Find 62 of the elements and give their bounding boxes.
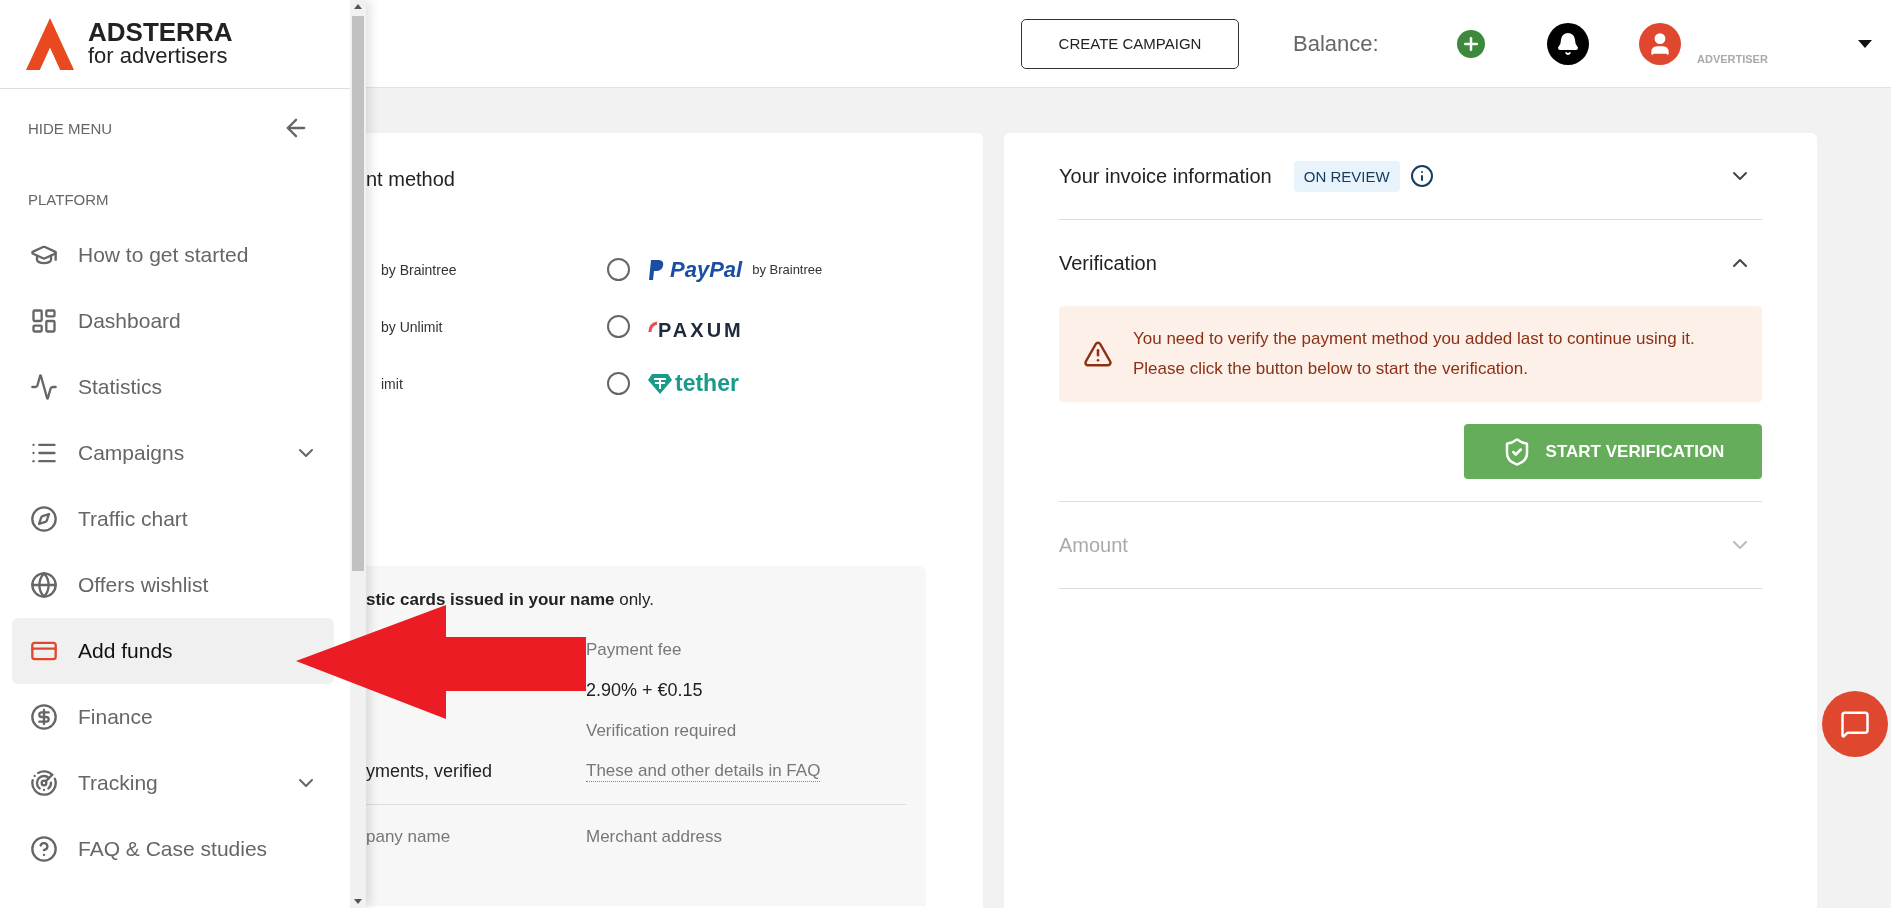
menu-item[interactable]: Tracking — [12, 750, 334, 816]
scroll-down-icon[interactable] — [354, 899, 362, 904]
chart-icon — [30, 373, 58, 401]
chat-icon — [1840, 709, 1870, 739]
balance-label: Balance: — [1293, 30, 1380, 57]
brand-tagline: for advertisers — [88, 44, 229, 68]
create-campaign-button[interactable]: CREATE CAMPAIGN — [1021, 18, 1239, 69]
menu-item[interactable]: How to get started — [12, 222, 334, 288]
paypal-icon — [648, 258, 664, 281]
menu-item[interactable]: Dashboard — [12, 288, 334, 354]
field-label: Verification required — [586, 721, 738, 741]
scrollbar[interactable] — [350, 0, 366, 908]
paypal-logo: PayPal — [670, 256, 743, 283]
dashboard-icon — [30, 307, 58, 335]
radio-button[interactable] — [607, 372, 630, 395]
menu-item[interactable]: Add funds — [12, 618, 334, 684]
menu-item[interactable]: Traffic chart — [12, 486, 334, 552]
provider-text: by Braintree — [752, 262, 823, 277]
info-icon[interactable] — [1409, 164, 1434, 188]
radio-button[interactable] — [607, 258, 630, 281]
hide-menu-label[interactable]: HIDE MENU — [28, 119, 113, 137]
globe-icon — [30, 571, 58, 599]
alert-text: You need to verify the payment method you added last to continue using it. Please click the button below to start the verification. — [1133, 328, 1696, 380]
scroll-up-icon[interactable] — [354, 4, 362, 9]
avatar-icon[interactable] — [1639, 22, 1681, 65]
brand-name: ADSTERRA — [88, 20, 233, 44]
menu-item[interactable]: Finance — [12, 684, 334, 750]
section-title: Amount — [1059, 533, 1128, 557]
field-label: Payment fee — [586, 640, 683, 660]
add-balance-icon[interactable] — [1457, 29, 1485, 58]
field-value: 2.90% + €0.15 — [586, 680, 704, 701]
compass-icon — [30, 505, 58, 533]
menu-item[interactable]: FAQ & Case studies — [12, 816, 334, 882]
provider-text: by Braintree — [380, 261, 458, 278]
paxum-logo: PAXUM — [658, 319, 744, 342]
logo-icon — [26, 18, 74, 70]
section-label: PLATFORM — [27, 190, 110, 210]
card-title: nt method — [366, 168, 456, 191]
provider-text: imit — [380, 375, 404, 392]
info-note: stic cards issued in your name only. — [366, 590, 655, 610]
dollar-icon — [30, 703, 58, 731]
role-label: ADVERTISER — [1697, 52, 1768, 65]
provider-text: by Unlimit — [380, 318, 444, 335]
radar-icon — [30, 769, 58, 797]
arc-icon — [648, 320, 658, 333]
tether-icon — [648, 372, 672, 395]
field-value: yments, verified — [366, 761, 494, 782]
section-title: Verification — [1059, 251, 1157, 275]
radio-button[interactable] — [607, 315, 630, 338]
tether-logo: tether — [675, 370, 739, 397]
field-label: Merchant address — [586, 827, 724, 847]
menu-item[interactable]: Campaigns — [12, 420, 334, 486]
bell-icon[interactable] — [1547, 22, 1589, 65]
warning-icon — [1083, 339, 1113, 369]
status-badge: ON REVIEW — [1293, 160, 1400, 192]
field-label: pany name — [366, 827, 452, 847]
caret-icon[interactable] — [1857, 39, 1872, 48]
menu-item[interactable]: Statistics — [12, 354, 334, 420]
menu-item[interactable]: Offers wishlist — [12, 552, 334, 618]
help-icon — [30, 835, 58, 863]
faq-link[interactable]: These and other details in FAQ — [586, 761, 821, 782]
section-title: Your invoice information — [1059, 164, 1272, 188]
